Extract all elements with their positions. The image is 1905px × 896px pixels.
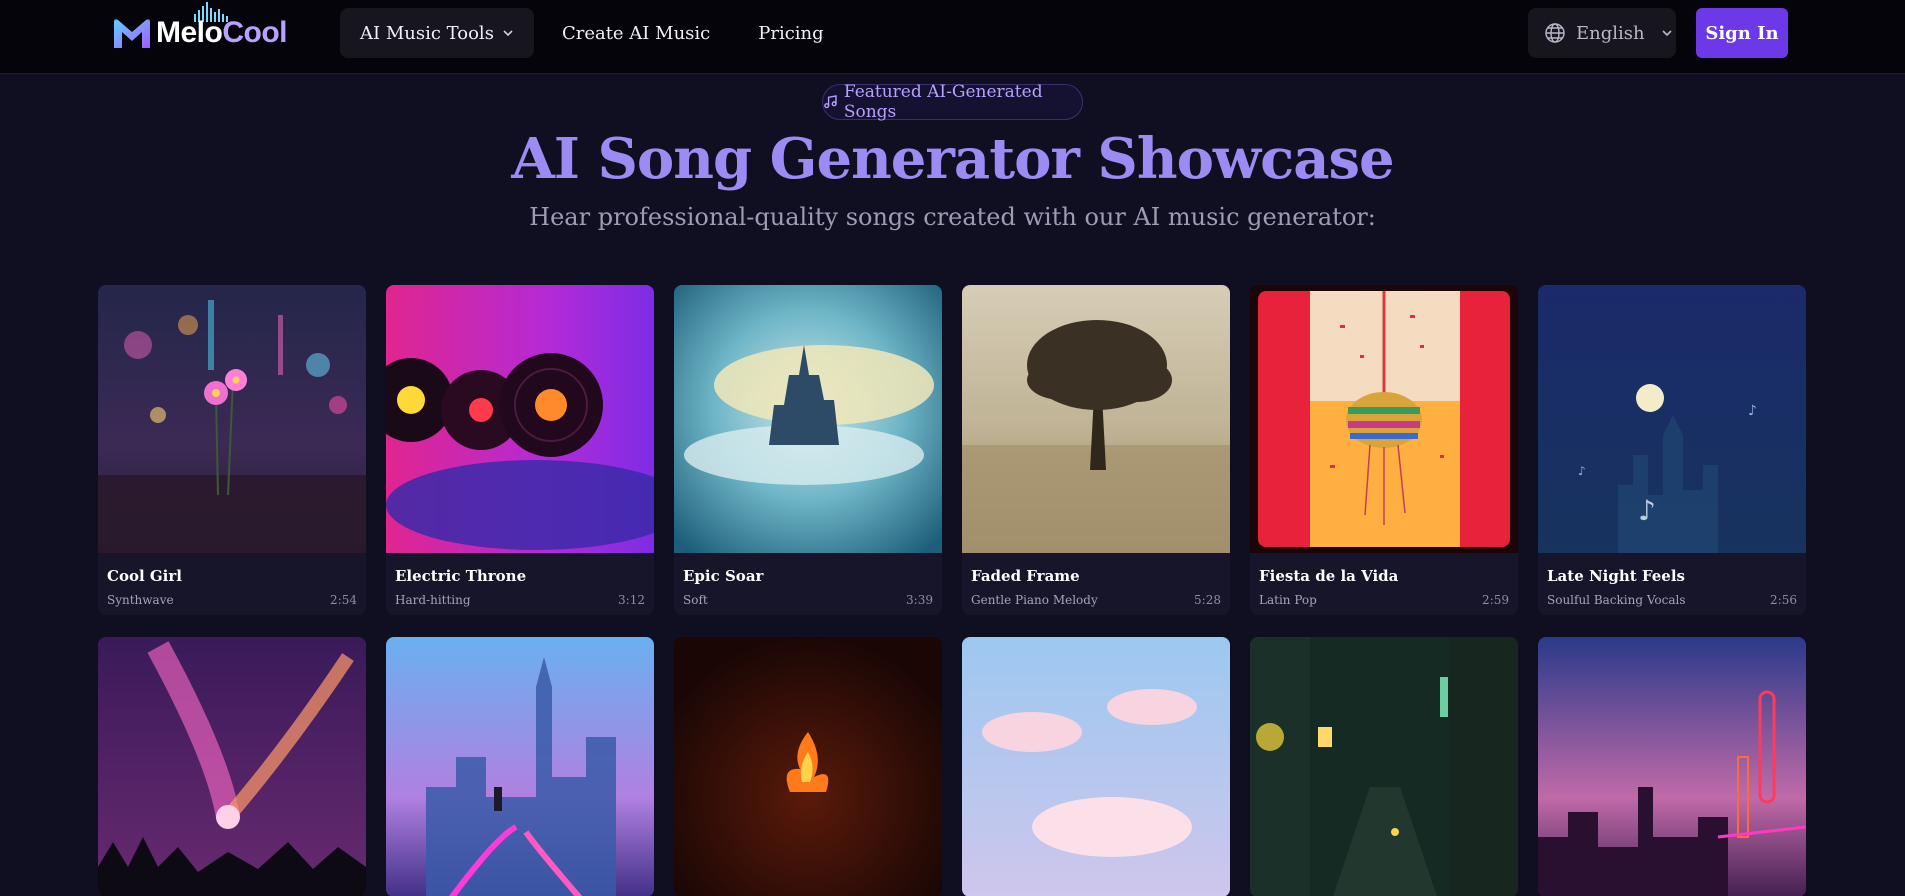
chevron-down-icon (1662, 30, 1672, 37)
song-card[interactable] (1538, 637, 1806, 896)
song-duration: 3:39 (906, 593, 933, 607)
song-title: Epic Soar (683, 567, 764, 585)
song-cover-art (962, 285, 1230, 553)
song-cover-art (1538, 637, 1806, 896)
song-duration: 3:12 (618, 593, 645, 607)
song-duration: 2:54 (330, 593, 357, 607)
song-meta: Epic Soar Soft 3:39 (674, 553, 942, 615)
music-note-icon (824, 95, 837, 109)
chevron-down-icon (503, 30, 513, 37)
globe-icon (1545, 23, 1565, 43)
song-title: Faded Frame (971, 567, 1080, 585)
song-card[interactable]: Fiesta de la Vida Latin Pop 2:59 (1250, 285, 1518, 615)
song-genre: Soft (683, 593, 708, 607)
song-card[interactable]: Electric Throne Hard-hitting 3:12 (386, 285, 654, 615)
song-cover-art (98, 285, 366, 553)
svg-text:♪: ♪ (1578, 464, 1586, 478)
song-genre: Latin Pop (1259, 593, 1317, 607)
song-card[interactable] (962, 637, 1230, 896)
song-card[interactable] (386, 637, 654, 896)
song-card[interactable]: Epic Soar Soft 3:39 (674, 285, 942, 615)
language-selector[interactable]: English (1528, 8, 1676, 58)
song-genre: Gentle Piano Melody (971, 593, 1098, 607)
song-duration: 2:59 (1482, 593, 1509, 607)
song-card[interactable]: Faded Frame Gentle Piano Melody 5:28 (962, 285, 1230, 615)
language-label: English (1576, 22, 1645, 44)
song-card[interactable] (674, 637, 942, 896)
nav-create-ai-music[interactable]: Create AI Music (542, 8, 730, 58)
song-cover-art (1250, 285, 1518, 553)
song-meta: Faded Frame Gentle Piano Melody 5:28 (962, 553, 1230, 615)
melocool-logo[interactable]: MeloCool (112, 2, 287, 58)
featured-badge-label: Featured AI-Generated Songs (843, 82, 1043, 122)
song-cover-art (674, 285, 942, 553)
logo-m-icon (114, 19, 150, 48)
song-cover-art (386, 285, 654, 553)
nav-create-ai-music-label: Create AI Music (561, 22, 711, 44)
nav-pricing-label: Pricing (758, 22, 824, 44)
featured-badge: Featured AI-Generated Songs (822, 82, 1083, 122)
svg-text:♪: ♪ (1638, 494, 1656, 527)
song-card[interactable]: ♪ ♪ ♪ Late Night Feels Soulful Backing V… (1538, 285, 1806, 615)
page-subtitle: Hear professional-quality songs created … (529, 203, 1376, 231)
song-card[interactable] (1250, 637, 1518, 896)
song-title: Late Night Feels (1547, 567, 1685, 585)
song-cover-art (98, 637, 366, 896)
nav-ai-music-tools-label: AI Music Tools (360, 22, 494, 44)
song-meta: Late Night Feels Soulful Backing Vocals … (1538, 553, 1806, 615)
song-card[interactable] (98, 637, 366, 896)
top-navbar: MeloCool AI Music Tools Create AI Music … (0, 0, 1905, 74)
nav-ai-music-tools[interactable]: AI Music Tools (340, 8, 534, 58)
song-duration: 5:28 (1194, 593, 1221, 607)
song-cover-art: ♪ ♪ ♪ (1538, 285, 1806, 553)
song-cover-art (674, 637, 942, 896)
song-genre: Hard-hitting (395, 593, 471, 607)
song-cover-art (962, 637, 1230, 896)
song-cover-art (386, 637, 654, 896)
logo-wordmark: MeloCool (156, 16, 287, 49)
song-card[interactable]: Cool Girl Synthwave 2:54 (98, 285, 366, 615)
song-meta: Fiesta de la Vida Latin Pop 2:59 (1250, 553, 1518, 615)
main-nav: AI Music Tools Create AI Music Pricing (340, 8, 844, 58)
nav-pricing[interactable]: Pricing (738, 8, 843, 58)
song-cover-art (1250, 637, 1518, 896)
song-meta: Cool Girl Synthwave 2:54 (98, 553, 366, 615)
song-genre: Soulful Backing Vocals (1547, 593, 1686, 607)
song-title: Cool Girl (107, 567, 182, 585)
page-title: AI Song Generator Showcase (511, 126, 1394, 192)
song-genre: Synthwave (107, 593, 174, 607)
song-title: Electric Throne (395, 567, 527, 585)
song-duration: 2:56 (1770, 593, 1797, 607)
song-title: Fiesta de la Vida (1259, 567, 1399, 585)
song-meta: Electric Throne Hard-hitting 3:12 (386, 553, 654, 615)
svg-text:♪: ♪ (1748, 403, 1757, 419)
sign-in-button[interactable]: Sign In (1696, 8, 1788, 58)
